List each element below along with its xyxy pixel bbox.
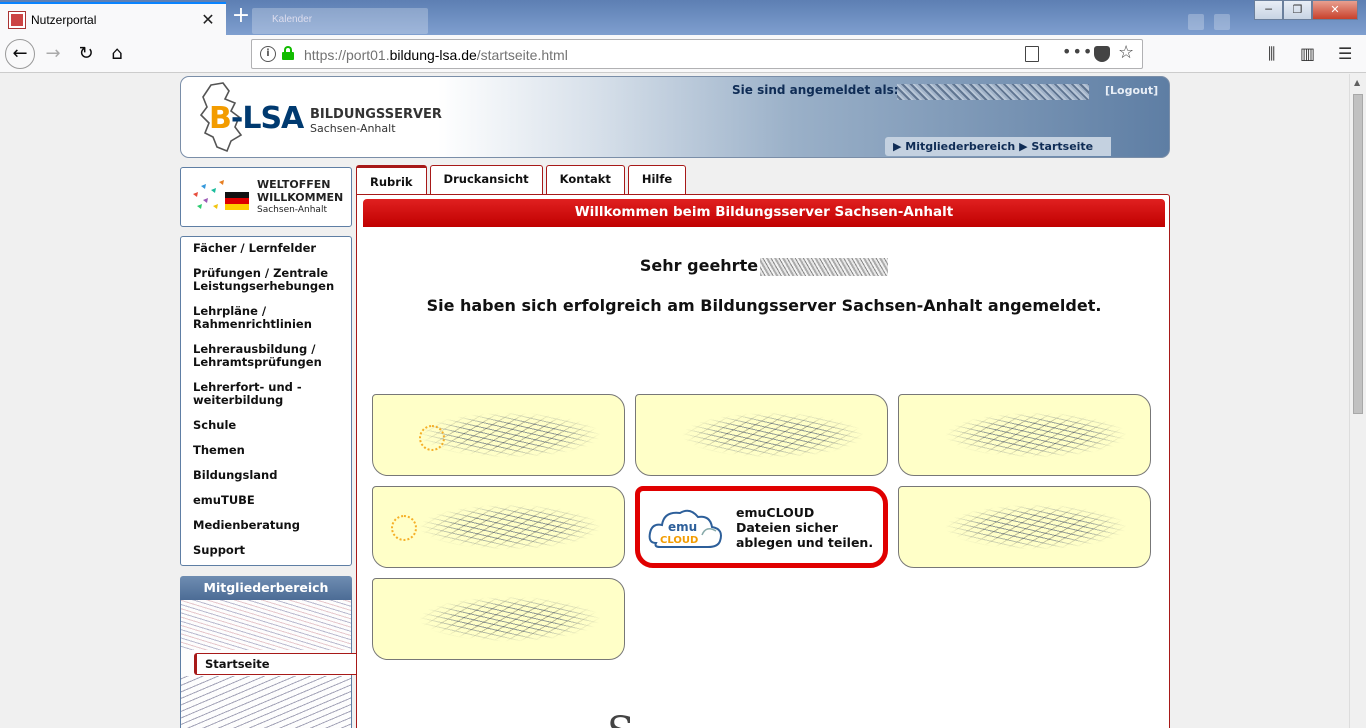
page-viewport: B-LSA BILDUNGSSERVER Sachsen-Anhalt Sie … [0,74,1349,728]
browser-tab-background[interactable]: Kalender [252,8,428,34]
page-scrollbar[interactable]: ▲ [1349,74,1366,728]
service-tile[interactable] [635,394,888,476]
page-actions-icon[interactable]: ••• [1062,42,1093,61]
sidebar-item-medienberatung[interactable]: Medienberatung [193,519,351,532]
titlebar-ghost-icons [1188,14,1242,30]
emucloud-logo-icon: emu CLOUD [648,509,722,548]
logo-title: BILDUNGSSERVER [310,107,442,122]
tab-close-icon[interactable]: ✕ [198,10,218,30]
close-window-button[interactable]: ✕ [1312,0,1358,20]
cloud-logo-emu: emu [668,520,697,534]
url-text[interactable]: https://port01.bildung-lsa.de/startseite… [304,47,568,63]
browser-tab-active[interactable]: Nutzerportal ✕ [0,2,226,35]
scrollbar-thumb[interactable] [1353,94,1363,414]
sidebar-toggle-icon[interactable]: ▥ [1300,44,1315,63]
service-tile[interactable] [898,486,1151,568]
new-tab-button[interactable]: + [230,5,252,28]
willkommen-title: WILLKOMMEN [257,191,344,204]
service-tile[interactable] [372,578,625,660]
browser-navbar: ← → ↻ ⌂ i https://port01.bildung-lsa.de/… [0,35,1366,73]
home-icon[interactable]: ⌂ [103,40,131,68]
tile-redacted-content [389,497,609,557]
emucloud-line1: Dateien sicher [736,520,838,535]
breadcrumb[interactable]: ▶ Mitgliederbereich ▶ Startseite [885,137,1111,156]
reader-view-icon[interactable] [1025,46,1039,62]
sidebar-item-pruefungen[interactable]: Prüfungen / Zentrale Leistungserhebungen [193,267,351,293]
bookmark-star-icon[interactable]: ☆ [1118,42,1134,63]
name-redacted [760,257,889,276]
service-tile[interactable] [372,486,625,568]
members-area-heading: Mitgliederbereich [180,576,352,600]
logout-link[interactable]: [Logout] [1105,84,1158,97]
scroll-up-icon[interactable]: ▲ [1354,78,1360,87]
browser-titlebar: Nutzerportal ✕ + Kalender ─ ❐ ✕ [0,0,1366,35]
partial-heading-glyph: S [607,709,634,728]
members-redacted-top [181,600,351,650]
minimize-button[interactable]: ─ [1254,0,1283,20]
greeting-text: Sehr geehrte [357,256,1171,276]
tile-redacted-content [652,405,872,465]
menu-icon[interactable]: ☰ [1338,44,1352,63]
weltoffen-subtitle: Sachsen-Anhalt [257,205,327,215]
back-arrow-icon[interactable]: ← [5,39,35,69]
favicon-icon [8,10,26,29]
service-tile[interactable] [898,394,1151,476]
weltoffen-banner[interactable]: WELTOFFEN WILLKOMMEN Sachsen-Anhalt [180,167,352,227]
tab-druckansicht[interactable]: Druckansicht [429,165,543,194]
sidebar-nav: Fächer / Lernfelder Prüfungen / Zentrale… [180,236,352,566]
weltoffen-flags-icon [193,180,249,210]
username-redacted [897,84,1089,100]
sidebar-item-bildungsland[interactable]: Bildungsland [193,469,351,482]
tab-rubrik[interactable]: Rubrik [356,165,427,194]
login-success-text: Sie haben sich erfolgreich am Bildungsse… [426,296,1102,315]
window-controls: ─ ❐ ✕ [1254,0,1358,20]
tab-kontakt[interactable]: Kontakt [545,165,625,194]
url-bar[interactable]: i https://port01.bildung-lsa.de/startsei… [251,39,1143,69]
tab-title: Nutzerportal [31,12,97,27]
library-icon[interactable]: ⫼ [1268,44,1275,64]
logo-wordmark[interactable]: B-LSA [209,101,304,136]
site-header: B-LSA BILDUNGSSERVER Sachsen-Anhalt Sie … [180,76,1170,158]
sidebar-item-faecher[interactable]: Fächer / Lernfelder [193,242,351,255]
reload-icon[interactable]: ↻ [72,40,100,68]
tile-redacted-content [915,497,1135,557]
tile-redacted-content [389,589,609,649]
info-icon[interactable]: i [260,46,276,62]
content-panel: Willkommen beim Bildungsserver Sachsen-A… [356,194,1170,728]
forward-arrow-icon[interactable]: → [39,40,67,68]
sidebar-item-schule[interactable]: Schule [193,419,351,432]
sidebar-item-themen[interactable]: Themen [193,444,351,457]
login-label: Sie sind angemeldet als: [732,83,899,97]
cloud-logo-cloud: CLOUD [660,535,698,546]
emucloud-tile[interactable]: emu CLOUD emuCLOUD Dateien sicher ablege… [635,486,888,568]
tile-redacted-content [915,405,1135,465]
members-redacted-bottom [181,676,351,728]
maximize-button[interactable]: ❐ [1283,0,1312,20]
sidebar-item-lehrerfortbildung[interactable]: Lehrerfort- und -weiterbildung [193,381,351,407]
sidebar-item-support[interactable]: Support [193,544,351,557]
emucloud-line2: ablegen und teilen. [736,535,874,550]
logo-subtitle: Sachsen-Anhalt [310,122,396,135]
tile-logo-icon [419,425,445,451]
background-tab-title: Kalender [272,14,313,25]
tab-hilfe[interactable]: Hilfe [627,165,687,194]
sidebar-item-lehrplaene[interactable]: Lehrpläne / Rahmenrichtlinien [193,305,351,331]
emucloud-title: emuCLOUD [736,505,815,520]
weltoffen-title: WELTOFFEN [257,178,331,191]
sidebar-item-startseite[interactable]: Startseite [194,653,357,675]
sidebar-item-lehrerausbildung[interactable]: Lehrerausbildung / Lehramtsprüfungen [193,343,351,369]
service-tile[interactable] [372,394,625,476]
content-tabs: Rubrik Druckansicht Kontakt Hilfe [356,165,687,194]
pocket-icon[interactable] [1094,46,1110,62]
lock-icon[interactable] [282,46,294,60]
tile-logo-icon [391,515,417,541]
welcome-bar: Willkommen beim Bildungsserver Sachsen-A… [363,199,1165,227]
sidebar-item-emutube[interactable]: emuTUBE [193,494,351,507]
